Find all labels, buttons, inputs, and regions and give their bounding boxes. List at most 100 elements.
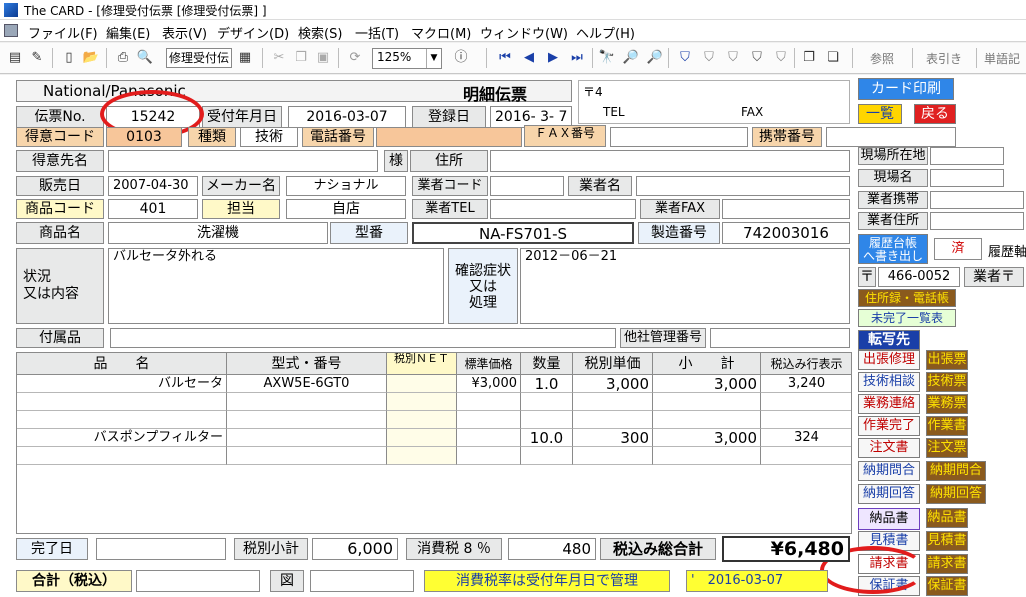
vendor-fax-field[interactable] <box>722 199 850 219</box>
menu-edit[interactable]: 編集(E) <box>106 23 150 42</box>
find-icon[interactable]: 🔭 <box>598 49 616 67</box>
unit-price-cell[interactable] <box>573 393 653 411</box>
transfer-left-tech-consult-button[interactable]: 技術相談 <box>858 372 920 392</box>
subtotal-cell[interactable] <box>653 411 761 429</box>
open-icon[interactable]: 📂 <box>82 49 100 67</box>
model-cell[interactable] <box>227 429 387 447</box>
transfer-right-estimate-button[interactable]: 見積書 <box>926 531 968 551</box>
grand-total-field[interactable]: ¥6,480 <box>722 536 850 562</box>
fax-field[interactable] <box>610 127 748 147</box>
qty-cell[interactable] <box>521 393 573 411</box>
unit-price-cell[interactable]: 300 <box>573 429 653 447</box>
transfer-right-delivery-answer-button[interactable]: 納期回答 <box>926 484 986 504</box>
next-record-icon[interactable]: ▶ <box>544 49 562 67</box>
form-selector[interactable]: 修理受付伝 <box>166 48 232 68</box>
filter-select-icon[interactable]: ⛉ <box>700 49 718 67</box>
sale-date-field[interactable]: 2007-04-30 <box>108 176 198 196</box>
net-cell[interactable] <box>387 393 457 411</box>
refresh-icon[interactable]: ⟳ <box>346 49 364 67</box>
net-cell[interactable] <box>387 429 457 447</box>
last-record-icon[interactable]: ⏭ <box>568 49 586 67</box>
incomplete-list-button[interactable]: 未完了一覧表 <box>858 309 956 327</box>
vendor-address-field[interactable] <box>930 212 1024 230</box>
customer-code-field[interactable]: 0103 <box>106 127 182 147</box>
find-prev-icon[interactable]: 🔎 <box>646 49 664 67</box>
transfer-left-order-button[interactable]: 注文書 <box>858 438 920 458</box>
window-icon[interactable]: ❐ <box>800 49 818 67</box>
transfer-right-delivery-note-button[interactable]: 納品書 <box>926 508 968 528</box>
transfer-left-work-complete-button[interactable]: 作業完了 <box>858 416 920 436</box>
model-cell[interactable] <box>227 393 387 411</box>
menu-batch[interactable]: 一括(T) <box>355 23 399 42</box>
paste-icon[interactable]: ▣ <box>314 49 332 67</box>
sort-icon[interactable]: ⛉ <box>748 49 766 67</box>
unit-price-cell[interactable] <box>573 411 653 429</box>
menu-macro[interactable]: マクロ(M) <box>411 23 471 42</box>
model-cell[interactable]: AXW5E-6GT0 <box>227 375 387 393</box>
subtotal-cell[interactable] <box>653 447 761 465</box>
incl-tax-cell[interactable] <box>761 411 851 429</box>
incl-tax-cell[interactable] <box>761 447 851 465</box>
vendor-name-field[interactable] <box>636 176 850 196</box>
incl-tax-cell[interactable] <box>761 393 851 411</box>
model-field[interactable]: NA-FS701-S <box>412 222 634 244</box>
subtotal-cell[interactable]: 3,000 <box>653 429 761 447</box>
back-button[interactable]: 戻る <box>914 104 956 124</box>
transfer-right-delivery-inquiry-button[interactable]: 納期問合 <box>926 461 986 481</box>
filter-icon[interactable]: ⛉ <box>676 49 694 67</box>
figure-button[interactable]: 図 <box>270 570 304 592</box>
accessories-field[interactable] <box>110 328 616 348</box>
transfer-left-delivery-inquiry-button[interactable]: 納期問合 <box>858 461 920 481</box>
form-icon[interactable] <box>4 24 18 37</box>
transfer-right-order-button[interactable]: 注文票 <box>926 438 968 458</box>
transfer-left-dispatch-repair-button[interactable]: 出張修理 <box>858 350 920 370</box>
completion-date-field[interactable] <box>96 538 226 560</box>
preview-icon[interactable]: 🔍 <box>136 49 154 67</box>
menu-design[interactable]: デザイン(D) <box>217 23 289 42</box>
first-record-icon[interactable]: ⏮ <box>496 49 514 67</box>
cut-icon[interactable]: ✂ <box>270 49 288 67</box>
item-name-cell[interactable] <box>17 411 227 429</box>
incl-tax-cell[interactable]: 324 <box>761 429 851 447</box>
form-icon[interactable]: ▦ <box>236 49 254 67</box>
filter-off-icon[interactable]: ⛉ <box>772 49 790 67</box>
transfer-left-business-contact-button[interactable]: 業務連絡 <box>858 394 920 414</box>
net-cell[interactable] <box>387 411 457 429</box>
customer-name-field[interactable] <box>108 150 378 172</box>
transfer-right-warranty-button[interactable]: 保証書 <box>926 576 968 596</box>
subtotal-cell[interactable]: 3,000 <box>653 375 761 393</box>
qty-cell[interactable]: 1.0 <box>521 375 573 393</box>
menu-search[interactable]: 検索(S) <box>298 23 342 42</box>
prev-record-icon[interactable]: ◀ <box>520 49 538 67</box>
menu-window[interactable]: ウィンドウ(W) <box>480 23 568 42</box>
std-price-cell[interactable]: ¥3,000 <box>457 375 521 393</box>
site-address-field[interactable] <box>930 147 1004 165</box>
model-cell[interactable] <box>227 447 387 465</box>
word-register-button[interactable]: 単語記 <box>984 50 1020 67</box>
vendor-tel-field[interactable] <box>490 199 636 219</box>
history-ledger-button[interactable]: 履歴台帳 へ書き出し <box>858 234 928 264</box>
address-field[interactable] <box>490 150 850 172</box>
model-cell[interactable] <box>227 411 387 429</box>
phone-field[interactable] <box>376 127 522 147</box>
tax-field[interactable]: 480 <box>508 538 596 560</box>
print-icon[interactable]: ⎙ <box>114 49 132 67</box>
incl-tax-total-field[interactable] <box>136 570 260 592</box>
net-cell[interactable] <box>387 447 457 465</box>
vendor-code-field[interactable] <box>490 176 564 196</box>
list-button[interactable]: 一覧 <box>858 104 902 124</box>
std-price-cell[interactable] <box>457 429 521 447</box>
incl-tax-cell[interactable]: 3,240 <box>761 375 851 393</box>
tile-icon[interactable]: ❏ <box>824 49 842 67</box>
transfer-right-dispatch-button[interactable]: 出張票 <box>926 350 968 370</box>
reference-button[interactable]: 参照 <box>870 50 894 67</box>
table-lookup-button[interactable]: 表引き <box>926 50 962 67</box>
received-date-field[interactable]: 2016-03-07 <box>288 106 406 128</box>
help-icon[interactable]: ⓘ <box>452 49 470 67</box>
card-print-button[interactable]: カード印刷 <box>858 78 954 100</box>
std-price-cell[interactable] <box>457 393 521 411</box>
find-next-icon[interactable]: 🔎 <box>622 49 640 67</box>
product-name-field[interactable]: 洗濯機 <box>108 222 328 244</box>
site-name-field[interactable] <box>930 169 1004 187</box>
new-icon[interactable]: ▯ <box>60 49 78 67</box>
